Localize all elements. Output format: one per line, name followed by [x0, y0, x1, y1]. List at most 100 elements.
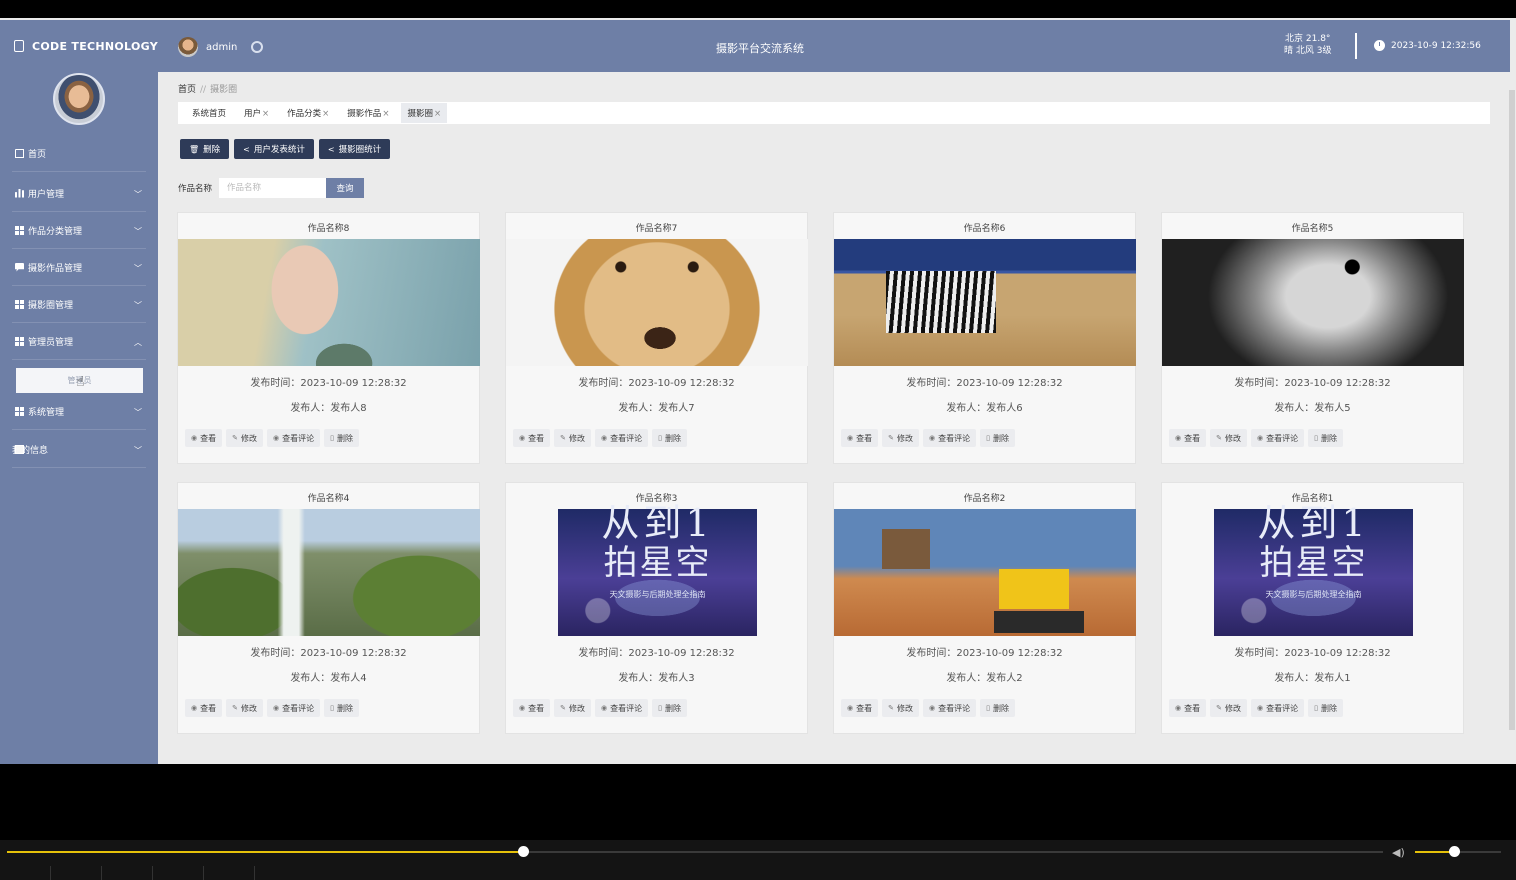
sidebar-item-categories[interactable]: 作品分类管理 ﹀ — [12, 212, 146, 249]
toolbar: 🗑 删除 < 用户发表统计 < 摄影圈统计 — [180, 139, 391, 159]
button-label: 删除 — [1320, 433, 1337, 443]
breadcrumb: 首页 //摄影圈 — [178, 82, 237, 95]
edit-button[interactable]: ✎ 修改 — [882, 429, 919, 447]
card-delete-button[interactable]: ▯ 删除 — [980, 429, 1015, 447]
card-delete-button[interactable]: ▯ 删除 — [324, 699, 359, 717]
card-delete-button[interactable]: ▯ 删除 — [652, 699, 687, 717]
button-label: 查看 — [1184, 433, 1201, 443]
view-button[interactable]: ◉ 查看 — [513, 429, 551, 447]
view-button[interactable]: ◉ 查看 — [841, 699, 879, 717]
edit-button[interactable]: ✎ 修改 — [1210, 699, 1247, 717]
view-button[interactable]: ◉ 查看 — [185, 699, 223, 717]
view-comments-button[interactable]: ◉ 查看评论 — [1250, 429, 1305, 447]
card-delete-button[interactable]: ▯ 删除 — [324, 429, 359, 447]
sidebar-item-users[interactable]: 用户管理 ﹀ — [12, 175, 146, 212]
view-button[interactable]: ◉ 查看 — [1169, 699, 1207, 717]
card-delete-button[interactable]: ▯ 删除 — [652, 429, 687, 447]
card-title: 作品名称8 — [307, 224, 350, 234]
card-delete-button[interactable]: ▯ 删除 — [980, 699, 1015, 717]
book-title-line2: 拍星空 — [1259, 543, 1368, 583]
work-image[interactable] — [506, 239, 808, 366]
progress-track[interactable] — [7, 846, 1383, 857]
pencil-icon: ✎ — [232, 704, 238, 712]
eye-icon: ◉ — [847, 704, 854, 712]
tab-circle[interactable]: 摄影圈× — [401, 103, 448, 123]
view-comments-button[interactable]: ◉ 查看评论 — [266, 699, 321, 717]
button-label: 查看评论 — [282, 703, 315, 713]
sidebar-item-system[interactable]: 系统管理 ﹀ — [12, 393, 146, 430]
clock: 2023-10-9 12:32:56 — [1374, 40, 1481, 51]
view-comments-button[interactable]: ◉ 查看评论 — [266, 429, 321, 447]
edit-button[interactable]: ✎ 修改 — [554, 699, 591, 717]
sidebar-item-works[interactable]: 摄影作品管理 ﹀ — [12, 249, 146, 286]
sidebar-item-circle[interactable]: 摄影圈管理 ﹀ — [12, 286, 146, 323]
edit-button[interactable]: ✎ 修改 — [1210, 429, 1247, 447]
edit-button[interactable]: ✎ 修改 — [554, 429, 591, 447]
card-title: 作品名称7 — [635, 224, 678, 234]
work-image[interactable]: 从到1 拍星空 天文摄影与后期处理全指南 — [558, 503, 757, 636]
sidebar-item-home[interactable]: 首页 — [12, 135, 146, 172]
tab-categories[interactable]: 作品分类× — [281, 103, 335, 123]
circle-stats-button[interactable]: < 摄影圈统计 — [318, 139, 391, 159]
card-time: 发布时间：2023-10-09 12:28:32 — [250, 648, 407, 659]
sidebar-item-admins[interactable]: 管理员管理 ︿ — [12, 323, 146, 360]
weather-desc: 晴 北风 3级 — [1284, 46, 1332, 56]
sidebar-item-profile[interactable]: 我的信息 ﹀ — [12, 431, 146, 468]
user-stats-button[interactable]: < 用户发表统计 — [234, 139, 314, 159]
search-input[interactable] — [219, 178, 327, 198]
edit-button[interactable]: ✎ 修改 — [226, 429, 263, 447]
sidebar-item-label: 系统管理 — [28, 407, 65, 418]
work-image[interactable] — [1162, 239, 1464, 366]
volume-icon[interactable]: ◀) — [1392, 846, 1405, 859]
work-image[interactable] — [178, 239, 480, 366]
tab-works[interactable]: 摄影作品× — [341, 103, 395, 123]
button-label: 删除 — [203, 145, 221, 155]
edit-button[interactable]: ✎ 修改 — [882, 699, 919, 717]
datetime: 2023-10-9 12:32:56 — [1391, 40, 1481, 51]
close-icon[interactable]: × — [382, 109, 389, 119]
work-image[interactable]: 从到1 拍星空 天文摄影与后期处理全指南 — [1214, 503, 1413, 636]
view-button[interactable]: ◉ 查看 — [1169, 429, 1207, 447]
view-button[interactable]: ◉ 查看 — [841, 429, 879, 447]
card-delete-button[interactable]: ▯ 删除 — [1308, 699, 1343, 717]
breadcrumb-current: 摄影圈 — [210, 85, 238, 95]
delete-button[interactable]: 🗑 删除 — [180, 139, 230, 159]
scrollbar[interactable] — [1509, 90, 1515, 730]
bar-chart-icon — [15, 188, 24, 198]
view-comments-button[interactable]: ◉ 查看评论 — [1250, 699, 1305, 717]
volume-slider[interactable] — [1415, 846, 1501, 857]
edit-button[interactable]: ✎ 修改 — [226, 699, 263, 717]
button-label: 修改 — [896, 433, 913, 443]
query-button[interactable]: 查询 — [326, 178, 365, 198]
button-label: 修改 — [568, 703, 585, 713]
view-button[interactable]: ◉ 查看 — [185, 429, 223, 447]
close-icon[interactable]: × — [434, 109, 441, 119]
progress-handle[interactable] — [518, 846, 529, 857]
eye-icon: ◉ — [191, 434, 198, 442]
view-comments-button[interactable]: ◉ 查看评论 — [922, 699, 977, 717]
work-card: 作品名称2 发布时间：2023-10-09 12:28:32 发布人：发布人2 … — [833, 482, 1136, 734]
close-icon[interactable]: × — [322, 109, 329, 119]
pencil-icon: ✎ — [1216, 704, 1222, 712]
button-label: 查看评论 — [282, 433, 315, 443]
divider — [1355, 33, 1357, 59]
work-image[interactable] — [834, 239, 1136, 366]
tab-dashboard[interactable]: 系统首页 — [186, 103, 232, 123]
view-button[interactable]: ◉ 查看 — [513, 699, 551, 717]
card-title: 作品名称2 — [963, 494, 1006, 504]
card-delete-button[interactable]: ▯ 删除 — [1308, 429, 1343, 447]
view-comments-button[interactable]: ◉ 查看评论 — [922, 429, 977, 447]
eye-icon: ◉ — [272, 704, 280, 712]
view-comments-button[interactable]: ◉ 查看评论 — [594, 699, 649, 717]
work-image[interactable] — [834, 509, 1136, 636]
eye-icon: ◉ — [519, 704, 526, 712]
weather: 北京 21.8° 晴 北风 3级 — [1284, 33, 1331, 57]
top-black-strip — [0, 0, 1516, 18]
close-icon[interactable]: × — [262, 109, 269, 119]
view-comments-button[interactable]: ◉ 查看评论 — [594, 429, 649, 447]
tab-users[interactable]: 用户× — [238, 103, 275, 123]
work-image[interactable] — [178, 509, 480, 636]
breadcrumb-home[interactable]: 首页 — [178, 85, 196, 95]
sidebar-item-label: 用户管理 — [28, 189, 65, 200]
volume-handle[interactable] — [1448, 846, 1460, 857]
